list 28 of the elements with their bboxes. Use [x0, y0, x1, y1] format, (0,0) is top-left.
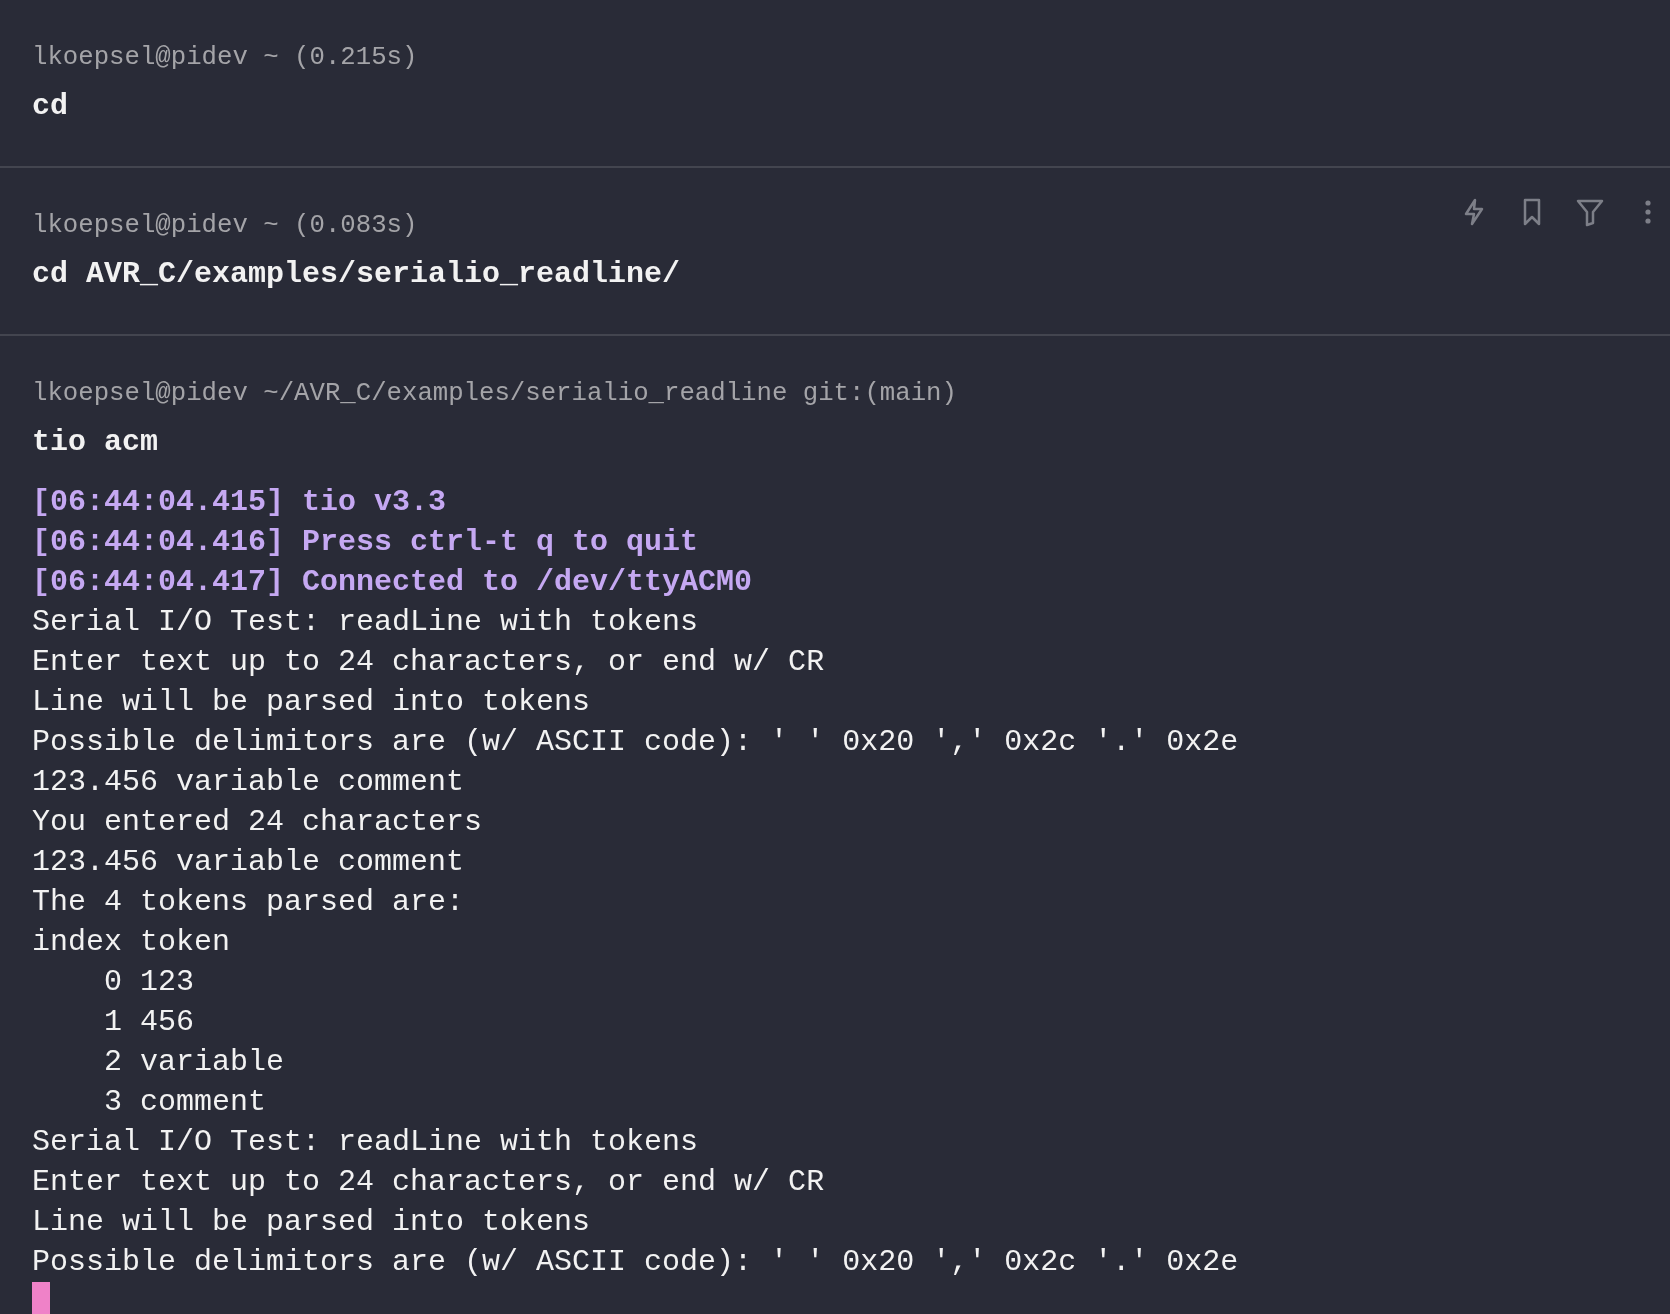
output-line: Enter text up to 24 characters, or end w/ CR — [32, 644, 825, 681]
output-line: 0 123 — [103, 964, 195, 1001]
output-line: 2 variable — [103, 1044, 285, 1081]
output-line: Line will be parsed into tokens — [32, 684, 591, 721]
output-line: Enter text up to 24 characters, or end w/ CR — [32, 1164, 825, 1201]
command-text: cd — [32, 88, 68, 125]
output-line: [06:44:04.416] Press ctrl-t q to quit — [32, 524, 699, 561]
output-line: Possible delimitors are (w/ ASCII code): ' ' 0x20 ',' 0x2c '.' 0x2e — [32, 1244, 1239, 1281]
output-line: [06:44:04.417] Connected to /dev/ttyACM0 — [32, 564, 753, 601]
output-line: You entered 24 characters — [32, 804, 483, 841]
command-text: cd AVR_C/examples/serialio_readline/ — [32, 256, 681, 293]
command-text: tio acm — [32, 424, 159, 461]
output-line: Line will be parsed into tokens — [32, 1204, 591, 1241]
output-line: The 4 tokens parsed are: — [32, 884, 465, 921]
prompt-line: lkoepsel@pidev ~ (0.083s) — [32, 210, 418, 242]
output-line: Serial I/O Test: readLine with tokens — [32, 604, 699, 641]
output-line: 123.456 variable comment — [32, 764, 465, 801]
output-line: 1 456 — [103, 1004, 195, 1041]
output-line: index token — [32, 924, 231, 961]
output-line: 123.456 variable comment — [32, 844, 465, 881]
output-line: Serial I/O Test: readLine with tokens — [32, 1124, 699, 1161]
output-line: 3 comment — [103, 1084, 267, 1121]
prompt-line: lkoepsel@pidev ~/AVR_C/examples/serialio_readline git:(main) — [32, 378, 957, 410]
output-line: [06:44:04.415] tio v3.3 — [32, 484, 447, 521]
command-block[interactable]: lkoepsel@pidev ~ (0.215s) cd — [0, 0, 1670, 168]
prompt-line: lkoepsel@pidev ~ (0.215s) — [32, 42, 418, 74]
command-block[interactable]: lkoepsel@pidev ~ (0.083s) cd AVR_C/examples/serialio_readline/ — [0, 168, 1670, 336]
output-line: Possible delimitors are (w/ ASCII code): ' ' 0x20 ',' 0x2c '.' 0x2e — [32, 724, 1239, 761]
